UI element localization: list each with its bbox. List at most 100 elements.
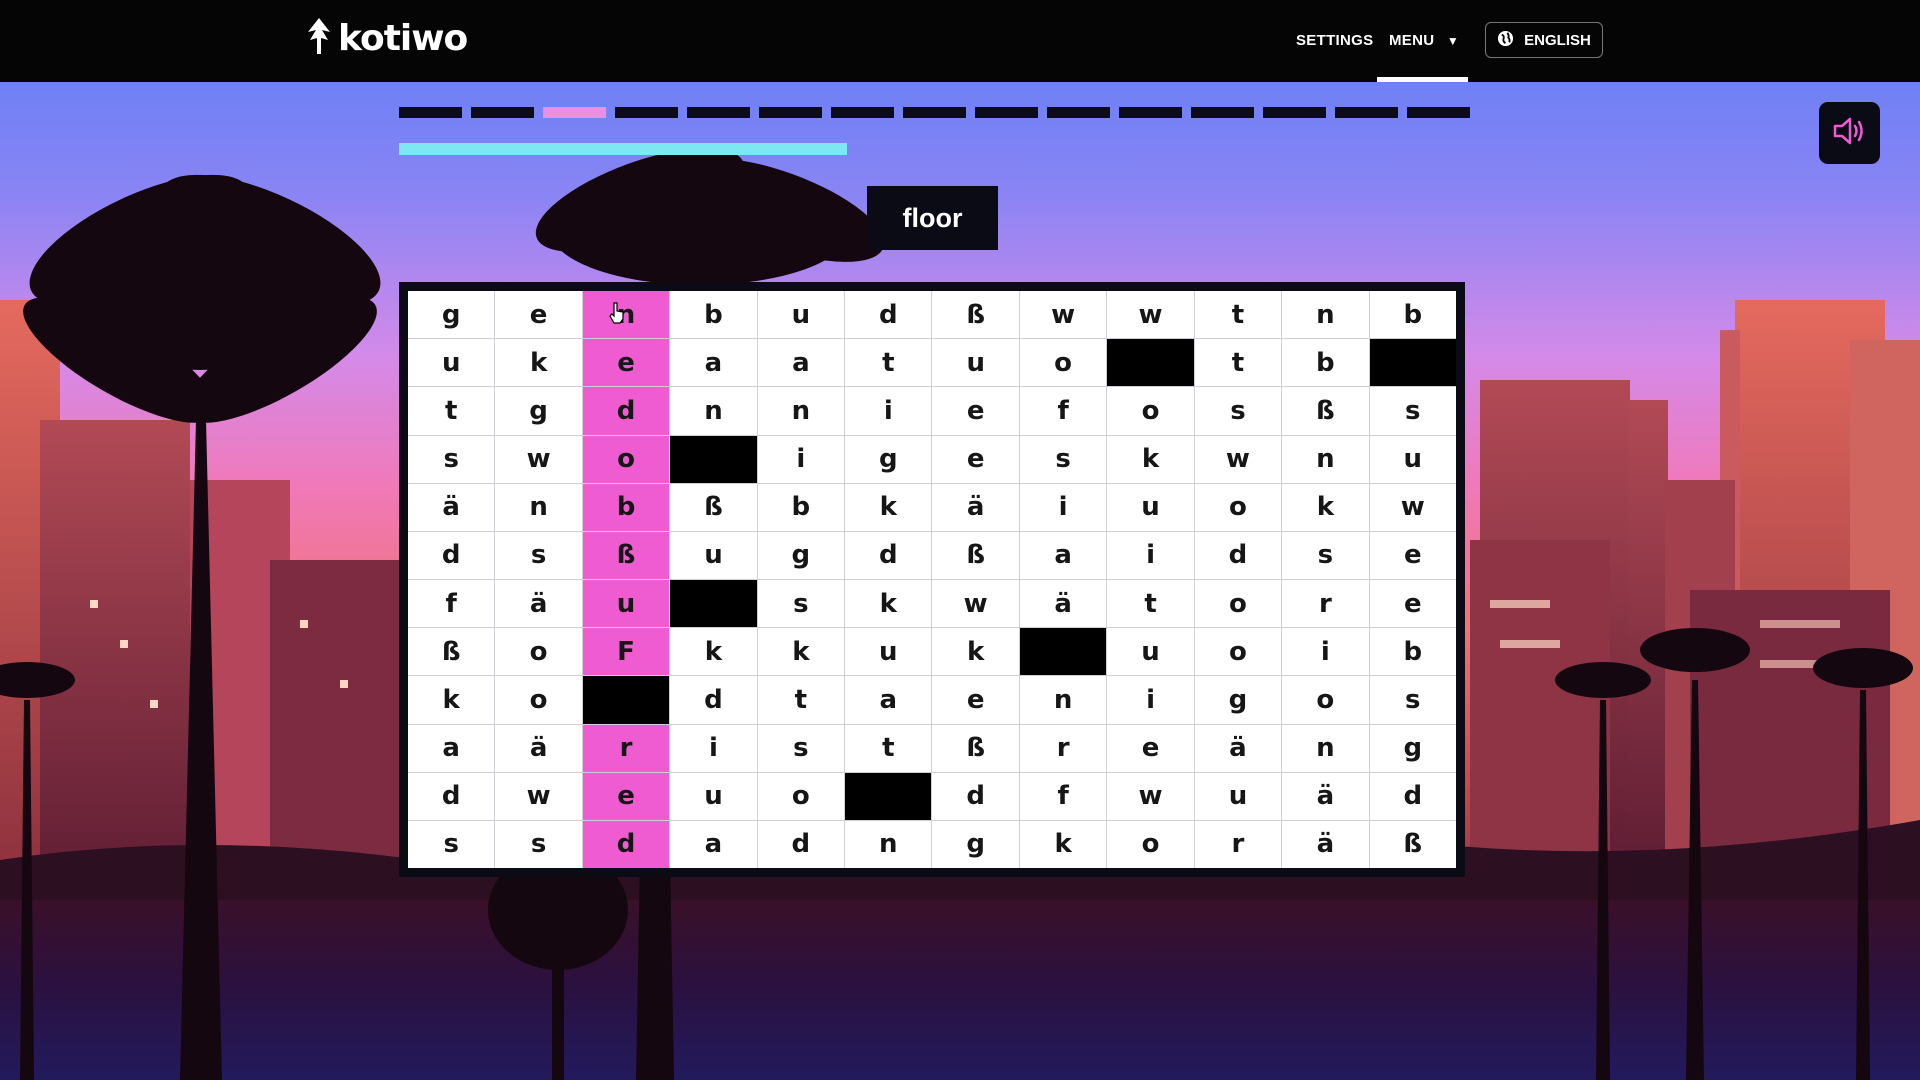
grid-letter-cell[interactable]: o	[1107, 820, 1194, 868]
grid-letter-cell[interactable]: g	[495, 387, 582, 435]
grid-letter-cell[interactable]: s	[495, 820, 582, 868]
grid-letter-cell[interactable]: d	[1369, 772, 1456, 820]
grid-letter-cell[interactable]: ß	[1282, 387, 1369, 435]
grid-letter-cell[interactable]: a	[670, 820, 757, 868]
grid-letter-cell[interactable]: ß	[1369, 820, 1456, 868]
grid-letter-cell[interactable]: d	[582, 387, 670, 435]
grid-letter-cell[interactable]: g	[1369, 724, 1456, 772]
grid-letter-cell[interactable]: o	[1194, 580, 1282, 628]
grid-letter-cell[interactable]: t	[1194, 339, 1282, 387]
grid-letter-cell[interactable]: i	[670, 724, 757, 772]
grid-letter-cell[interactable]: ß	[932, 291, 1019, 339]
grid-letter-cell[interactable]: t	[757, 676, 845, 724]
grid-letter-cell[interactable]: u	[845, 628, 932, 676]
grid-letter-cell[interactable]: g	[932, 820, 1019, 868]
grid-letter-cell[interactable]: o	[495, 628, 582, 676]
grid-letter-cell[interactable]: s	[1194, 387, 1282, 435]
grid-letter-cell[interactable]: w	[1194, 435, 1282, 483]
grid-letter-cell[interactable]: b	[1282, 339, 1369, 387]
grid-letter-cell[interactable]: n	[1282, 435, 1369, 483]
grid-letter-cell[interactable]: b	[1369, 291, 1456, 339]
grid-letter-cell[interactable]: g	[845, 435, 932, 483]
grid-letter-cell[interactable]: u	[1369, 435, 1456, 483]
grid-letter-cell[interactable]: ß	[408, 628, 495, 676]
grid-letter-cell[interactable]: ä	[495, 580, 582, 628]
grid-letter-cell[interactable]: k	[932, 628, 1019, 676]
grid-letter-cell[interactable]: ä	[1282, 772, 1369, 820]
grid-letter-cell[interactable]: e	[932, 387, 1019, 435]
grid-letter-cell[interactable]: b	[670, 291, 757, 339]
grid-letter-cell[interactable]: d	[757, 820, 845, 868]
grid-letter-cell[interactable]: s	[757, 580, 845, 628]
grid-letter-cell[interactable]: k	[1282, 483, 1369, 531]
sound-toggle-button[interactable]	[1819, 102, 1880, 164]
grid-letter-cell[interactable]: b	[582, 483, 670, 531]
grid-letter-cell[interactable]: r	[582, 724, 670, 772]
grid-letter-cell[interactable]: d	[845, 291, 932, 339]
grid-letter-cell[interactable]: i	[1107, 676, 1194, 724]
grid-letter-cell[interactable]: i	[1019, 483, 1107, 531]
grid-letter-cell[interactable]: e	[1369, 580, 1456, 628]
grid-letter-cell[interactable]: e	[932, 676, 1019, 724]
grid-letter-cell[interactable]: ß	[932, 724, 1019, 772]
grid-letter-cell[interactable]: F	[582, 628, 670, 676]
grid-letter-cell[interactable]: w	[932, 580, 1019, 628]
grid-letter-cell[interactable]: u	[670, 531, 757, 579]
grid-letter-cell[interactable]: e	[1107, 724, 1194, 772]
grid-letter-cell[interactable]: o	[1194, 483, 1282, 531]
grid-letter-cell[interactable]: u	[932, 339, 1019, 387]
grid-letter-cell[interactable]: f	[1019, 387, 1107, 435]
grid-letter-cell[interactable]: w	[1107, 291, 1194, 339]
settings-link[interactable]: SETTINGS	[1296, 32, 1373, 49]
grid-letter-cell[interactable]: w	[1019, 291, 1107, 339]
grid-letter-cell[interactable]: o	[1107, 387, 1194, 435]
grid-letter-cell[interactable]: ß	[670, 483, 757, 531]
grid-letter-cell[interactable]: g	[757, 531, 845, 579]
grid-letter-cell[interactable]: o	[582, 435, 670, 483]
grid-letter-cell[interactable]: k	[757, 628, 845, 676]
grid-letter-cell[interactable]: t	[845, 724, 932, 772]
grid-letter-cell[interactable]: o	[495, 676, 582, 724]
grid-letter-cell[interactable]: r	[1194, 820, 1282, 868]
grid-letter-cell[interactable]: t	[408, 387, 495, 435]
grid-letter-cell[interactable]: a	[670, 339, 757, 387]
grid-letter-cell[interactable]: k	[670, 628, 757, 676]
grid-letter-cell[interactable]: e	[582, 772, 670, 820]
grid-letter-cell[interactable]: u	[670, 772, 757, 820]
grid-letter-cell[interactable]: k	[845, 580, 932, 628]
grid-letter-cell[interactable]: n	[582, 291, 670, 339]
grid-letter-cell[interactable]: n	[757, 387, 845, 435]
grid-letter-cell[interactable]: b	[757, 483, 845, 531]
grid-letter-cell[interactable]: d	[582, 820, 670, 868]
grid-letter-cell[interactable]: s	[757, 724, 845, 772]
grid-letter-cell[interactable]: i	[757, 435, 845, 483]
grid-letter-cell[interactable]: s	[408, 820, 495, 868]
grid-letter-cell[interactable]: d	[670, 676, 757, 724]
grid-letter-cell[interactable]: a	[757, 339, 845, 387]
grid-letter-cell[interactable]: u	[408, 339, 495, 387]
grid-letter-cell[interactable]: k	[845, 483, 932, 531]
grid-letter-cell[interactable]: ß	[582, 531, 670, 579]
grid-letter-cell[interactable]: u	[1107, 628, 1194, 676]
grid-letter-cell[interactable]: i	[1282, 628, 1369, 676]
grid-letter-cell[interactable]: o	[1194, 628, 1282, 676]
grid-letter-cell[interactable]: ä	[1019, 580, 1107, 628]
grid-letter-cell[interactable]: w	[495, 772, 582, 820]
grid-letter-cell[interactable]: a	[1019, 531, 1107, 579]
grid-letter-cell[interactable]: f	[1019, 772, 1107, 820]
grid-letter-cell[interactable]: e	[495, 291, 582, 339]
grid-letter-cell[interactable]: a	[845, 676, 932, 724]
menu-dropdown[interactable]: MENU ▼	[1389, 32, 1459, 49]
brand-logo[interactable]: kotiwo	[306, 14, 468, 62]
grid-letter-cell[interactable]: n	[1282, 291, 1369, 339]
grid-letter-cell[interactable]: ä	[932, 483, 1019, 531]
grid-letter-cell[interactable]: d	[845, 531, 932, 579]
grid-letter-cell[interactable]: a	[408, 724, 495, 772]
grid-letter-cell[interactable]: i	[845, 387, 932, 435]
grid-letter-cell[interactable]: ä	[1282, 820, 1369, 868]
grid-letter-cell[interactable]: ß	[932, 531, 1019, 579]
grid-letter-cell[interactable]: d	[932, 772, 1019, 820]
grid-letter-cell[interactable]: u	[1194, 772, 1282, 820]
grid-letter-cell[interactable]: b	[1369, 628, 1456, 676]
grid-letter-cell[interactable]: d	[408, 772, 495, 820]
